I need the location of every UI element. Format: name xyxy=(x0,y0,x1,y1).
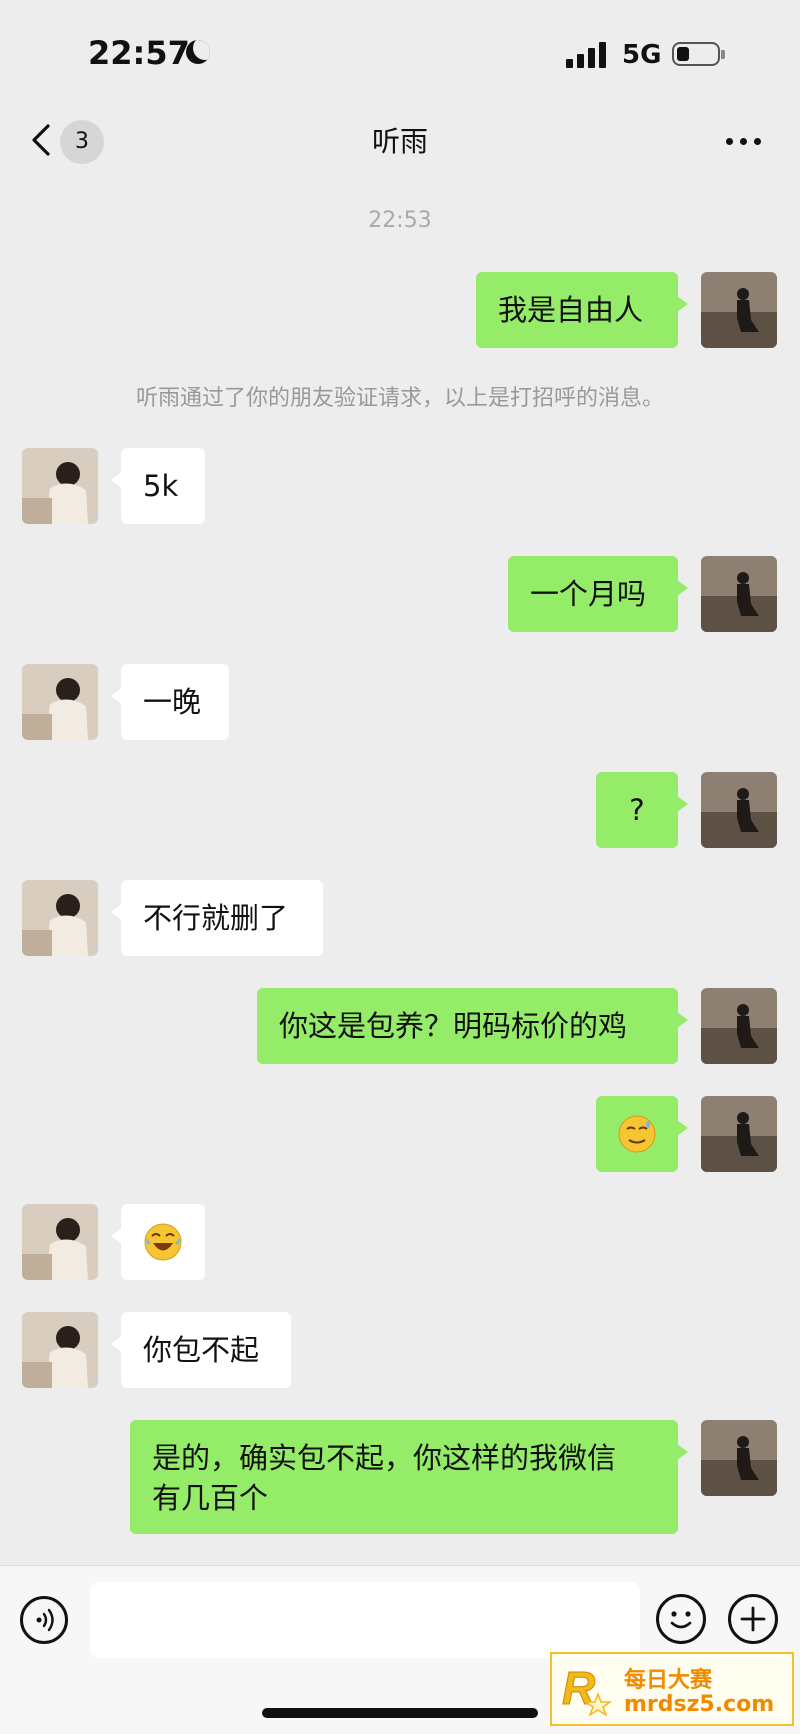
site-watermark: R 每日大赛 mrdsz5.com xyxy=(550,1652,794,1726)
watermark-brand: 每日大赛 xyxy=(624,1668,713,1693)
my-message-bubble[interactable]: 你这是包养？明码标价的鸡 xyxy=(257,988,688,1064)
system-message: 听雨通过了你的朋友验证请求，以上是打招呼的消息。 xyxy=(135,386,664,411)
moon-icon xyxy=(186,40,210,64)
battery-icon xyxy=(672,42,725,66)
svg-text:R: R xyxy=(562,1662,595,1714)
my-avatar[interactable] xyxy=(701,556,777,632)
voice-icon[interactable] xyxy=(20,1596,68,1644)
contact-avatar[interactable] xyxy=(22,448,98,524)
my-avatar[interactable] xyxy=(701,1420,777,1496)
my-avatar[interactable] xyxy=(701,272,777,348)
watermark-url: mrdsz5.com xyxy=(624,1692,775,1717)
sweat-smile-emoji-icon xyxy=(618,1115,656,1153)
watermark-logo-icon: R xyxy=(562,1662,613,1717)
plus-icon[interactable] xyxy=(728,1594,778,1644)
my-message-bubble[interactable]: 我是自由人 xyxy=(476,272,688,348)
my-avatar[interactable] xyxy=(701,772,777,848)
contact-avatar[interactable] xyxy=(22,664,98,740)
network-type: 5G xyxy=(622,40,662,70)
status-time: 22:57 xyxy=(88,34,190,72)
message-timestamp: 22:53 xyxy=(368,208,432,233)
laugh-cry-emoji-icon xyxy=(144,1223,182,1261)
chat-title: 听雨 xyxy=(371,125,428,158)
their-emoji-bubble[interactable] xyxy=(111,1204,205,1280)
contact-avatar[interactable] xyxy=(22,880,98,956)
contact-avatar[interactable] xyxy=(22,1204,98,1280)
contact-avatar[interactable] xyxy=(22,1312,98,1388)
my-avatar[interactable] xyxy=(701,988,777,1064)
message-input[interactable] xyxy=(90,1582,640,1658)
their-message-bubble[interactable]: 你包不起 xyxy=(111,1312,291,1388)
their-message-bubble[interactable]: 不行就删了 xyxy=(111,880,323,956)
their-message-bubble[interactable]: 一晚 xyxy=(111,664,229,740)
my-emoji-bubble[interactable] xyxy=(596,1096,688,1172)
my-message-bubble[interactable]: ? xyxy=(596,772,688,848)
more-options-icon[interactable] xyxy=(726,138,766,146)
my-message-bubble[interactable]: 一个月吗 xyxy=(508,556,688,632)
emoji-icon[interactable] xyxy=(656,1594,706,1644)
my-avatar[interactable] xyxy=(701,1096,777,1172)
status-bar: 22:57 5G xyxy=(0,0,800,100)
my-message-bubble[interactable]: 是的，确实包不起，你这样的我微信 有几百个 xyxy=(130,1420,688,1534)
their-message-bubble[interactable]: 5k xyxy=(111,448,205,524)
signal-icon xyxy=(566,42,608,68)
home-indicator xyxy=(262,1708,538,1718)
